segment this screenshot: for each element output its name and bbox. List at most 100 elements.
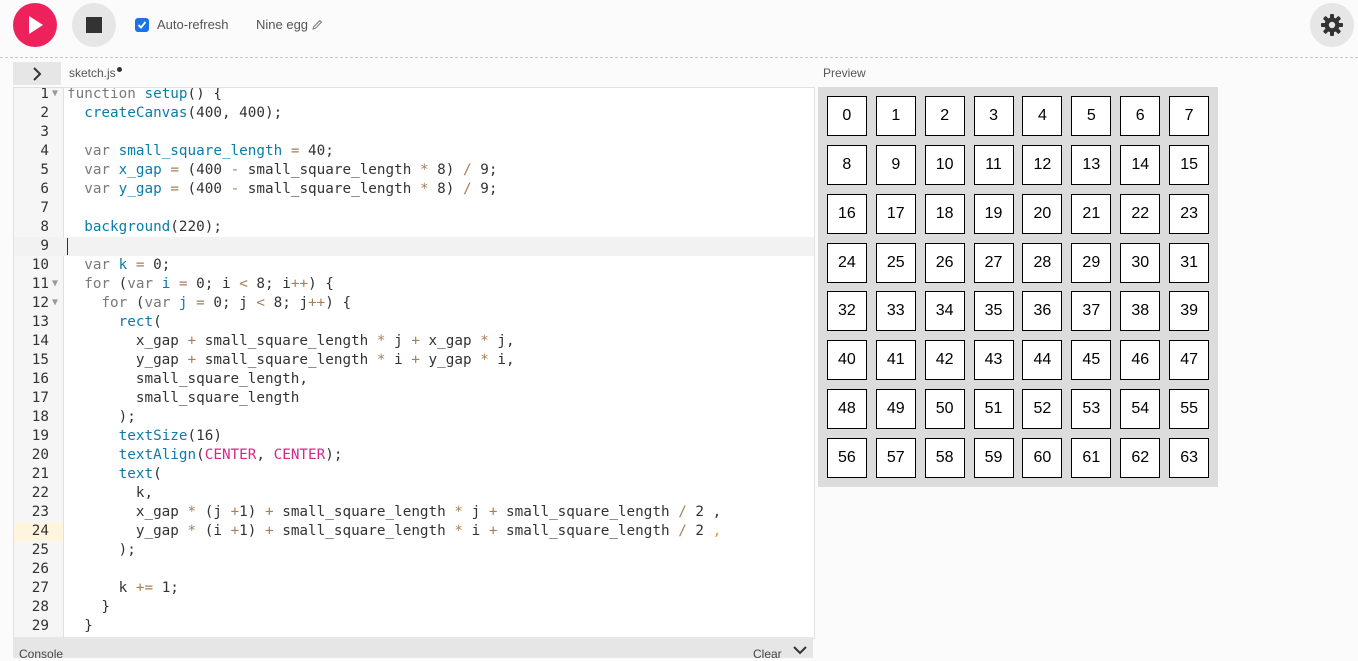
code-token: y_gap	[67, 523, 188, 539]
preview-canvas[interactable]: 0 1 2 3 4 5 6 7 8 9 10 11 12 13 14 15 16 17 18 19 20 21 22 23 24…	[818, 87, 1218, 487]
line-number: 6	[40, 181, 49, 197]
code-text: text(	[67, 465, 162, 484]
code-line[interactable]: 23 x_gap * (j +1) + small_square_length …	[14, 503, 814, 522]
code-token: j,	[488, 333, 515, 349]
code-line[interactable]: 22 k,	[14, 484, 814, 503]
grid-cell: 24	[826, 242, 867, 283]
code-line[interactable]: 6 var y_gap = (400 - small_square_length…	[14, 180, 814, 199]
grid-cell: 23	[1169, 193, 1210, 234]
code-line[interactable]: 28 }	[14, 598, 814, 617]
grid-cell: 28	[1022, 242, 1063, 283]
code-line[interactable]: 4 var small_square_length = 40;	[14, 142, 814, 161]
code-token: CENTER	[204, 447, 257, 463]
line-number: 21	[31, 466, 49, 482]
code-line[interactable]: 13 rect(	[14, 313, 814, 332]
code-line[interactable]: 21 text(	[14, 465, 814, 484]
fold-toggle-icon[interactable]: ▼	[52, 294, 58, 313]
code-token: }	[67, 618, 93, 634]
code-token: () {	[187, 87, 222, 102]
code-line[interactable]: 3	[14, 123, 814, 142]
code-line[interactable]: 9	[14, 237, 814, 256]
file-tab-sketch[interactable]: sketch.js	[69, 66, 122, 80]
code-token: =	[178, 276, 188, 292]
code-line[interactable]: 18 );	[14, 408, 814, 427]
grid-cell: 63	[1169, 438, 1210, 479]
code-line[interactable]: 12 ▼ for (var j = 0; j < 8; j++) {	[14, 294, 814, 313]
pencil-icon[interactable]	[312, 19, 323, 30]
grid-cell: 54	[1120, 389, 1161, 430]
auto-refresh-toggle[interactable]: Auto-refresh	[135, 17, 229, 32]
code-token: setup	[144, 87, 188, 102]
code-line[interactable]: 25 );	[14, 541, 814, 560]
code-token: 1;	[153, 580, 179, 596]
code-token: }	[67, 599, 111, 615]
code-token: var	[144, 295, 171, 311]
code-token: =	[170, 162, 179, 178]
grid-cell: 5	[1071, 95, 1112, 136]
code-token: x_gap	[67, 504, 188, 520]
play-button[interactable]	[13, 3, 57, 47]
grid-cell: 62	[1120, 438, 1161, 479]
code-line[interactable]: 16 small_square_length,	[14, 370, 814, 389]
code-line[interactable]: 8 background(220);	[14, 218, 814, 237]
code-line[interactable]: 19 textSize(16)	[14, 427, 814, 446]
line-number: 3	[40, 124, 49, 140]
auto-refresh-checkbox[interactable]	[135, 17, 149, 32]
line-number: 4	[40, 143, 49, 159]
code-line[interactable]: 1 ▼ function setup() {	[14, 87, 814, 104]
grid-cell: 26	[924, 242, 965, 283]
code-token: -	[230, 162, 240, 178]
line-number: 7	[40, 200, 49, 216]
code-line[interactable]: 29 }	[14, 617, 814, 636]
code-line[interactable]: 11 ▼ for (var i = 0; i < 8; i++) {	[14, 275, 814, 294]
code-token: 8; j	[265, 295, 309, 311]
code-line[interactable]: 2 createCanvas(400, 400);	[14, 104, 814, 123]
code-token: (400	[178, 162, 231, 178]
code-text: y_gap * (i +1) + small_square_length * i…	[67, 522, 721, 541]
code-line[interactable]: 26	[14, 560, 814, 579]
code-token: ,	[712, 523, 722, 539]
grid-cell: 34	[924, 291, 965, 332]
code-line[interactable]: 14 x_gap + small_square_length * j + x_g…	[14, 332, 814, 351]
code-line[interactable]: 10 var k = 0;	[14, 256, 814, 275]
sidebar-toggle-button[interactable]	[13, 62, 61, 85]
code-token: y_gap	[67, 352, 188, 368]
code-token: /	[463, 181, 472, 197]
code-token: *	[419, 181, 429, 197]
code-text: }	[67, 617, 93, 636]
line-number: 13	[31, 314, 49, 330]
code-editor[interactable]: 1 ▼ function setup() {2 createCanvas(400, …	[13, 87, 815, 639]
code-token: 0; i	[187, 276, 240, 292]
code-token: *	[376, 352, 386, 368]
code-line[interactable]: 17 small_square_length	[14, 389, 814, 408]
code-line[interactable]: 24 y_gap * (i +1) + small_square_length …	[14, 522, 814, 541]
fold-toggle-icon[interactable]: ▼	[52, 88, 58, 104]
chevron-down-icon[interactable]	[793, 645, 807, 655]
line-number: 5	[40, 162, 49, 178]
code-line[interactable]: 7	[14, 199, 814, 218]
code-line[interactable]: 20 textAlign(CENTER, CENTER);	[14, 446, 814, 465]
code-token: textAlign	[118, 447, 197, 463]
grid-cell: 46	[1120, 340, 1161, 381]
code-token: small_square_length	[239, 162, 420, 178]
code-text: small_square_length,	[67, 370, 308, 389]
fold-toggle-icon[interactable]: ▼	[52, 275, 58, 294]
project-name[interactable]: Nine egg	[256, 17, 323, 32]
stop-button[interactable]	[72, 3, 116, 47]
code-token: textSize	[118, 428, 188, 444]
code-line[interactable]: 5 var x_gap = (400 - small_square_length…	[14, 161, 814, 180]
settings-button[interactable]	[1310, 3, 1354, 47]
code-line[interactable]: 27 k += 1;	[14, 579, 814, 598]
code-token: 2 ,	[686, 504, 722, 520]
code-text: textSize(16)	[67, 427, 222, 446]
console-clear-button[interactable]: Clear	[753, 647, 782, 661]
code-token: small_square_length	[273, 504, 455, 520]
code-line[interactable]: 15 y_gap + small_square_length * i + y_g…	[14, 351, 814, 370]
code-token: (	[127, 295, 145, 311]
code-token: x_gap	[419, 333, 481, 349]
code-token: var	[127, 276, 154, 292]
grid-cell: 57	[875, 438, 916, 479]
